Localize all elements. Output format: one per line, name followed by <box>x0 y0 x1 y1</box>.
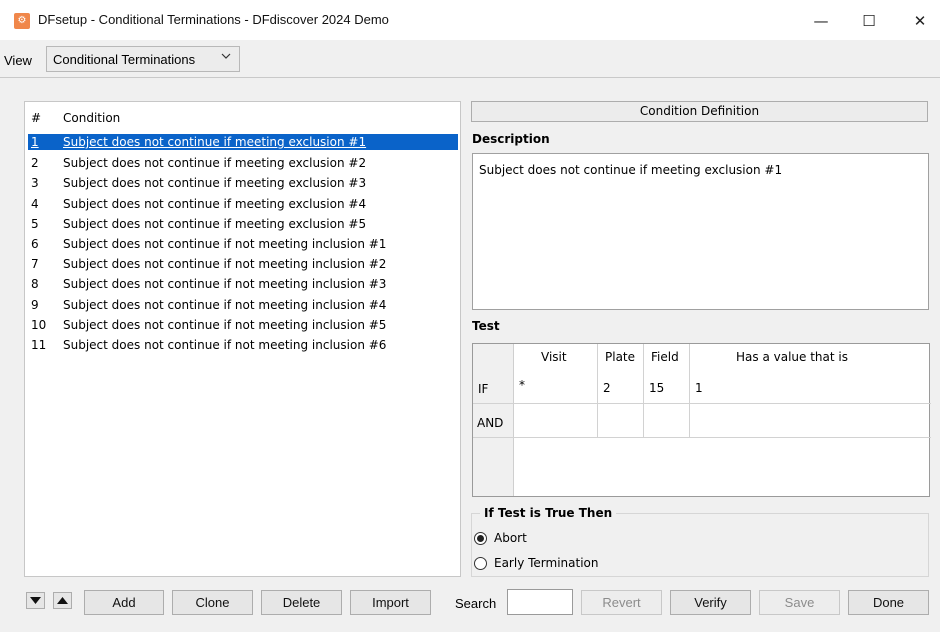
condition-list-header: # Condition <box>25 102 460 130</box>
arrow-up-icon <box>57 597 68 604</box>
test-row-if-value[interactable]: 1 <box>695 381 703 395</box>
done-button[interactable]: Done <box>848 590 929 615</box>
list-item[interactable]: 8 Subject does not continue if not meetin… <box>25 274 460 294</box>
view-bar: View Conditional Terminations <box>0 40 940 78</box>
list-item-number: 8 <box>31 277 39 292</box>
column-header-condition[interactable]: Condition <box>63 111 120 125</box>
list-item[interactable]: 4 Subject does not continue if meeting ex… <box>25 194 460 214</box>
test-label: Test <box>472 319 500 333</box>
list-item-condition: Subject does not continue if not meeting… <box>63 297 387 312</box>
then-action-group: If Test is True Then Abort Early Termina… <box>471 506 929 577</box>
early-termination-radio[interactable] <box>474 557 487 570</box>
test-col-value: Has a value that is <box>736 350 848 364</box>
list-item-condition: Subject does not continue if not meeting… <box>63 317 387 332</box>
test-row-if-plate[interactable]: 2 <box>603 381 611 395</box>
list-item[interactable]: 1 Subject does not continue if meeting ex… <box>25 133 460 153</box>
early-termination-label[interactable]: Early Termination <box>494 556 598 570</box>
then-action-title: If Test is True Then <box>480 506 617 520</box>
test-col-visit: Visit <box>541 350 567 364</box>
list-item-condition: Subject does not continue if not meeting… <box>63 277 387 292</box>
list-item-number: 9 <box>31 297 39 312</box>
revert-button[interactable]: Revert <box>581 590 662 615</box>
verify-button[interactable]: Verify <box>670 590 751 615</box>
add-button[interactable]: Add <box>84 590 164 615</box>
import-button[interactable]: Import <box>350 590 431 615</box>
close-button[interactable]: ✕ <box>903 8 937 34</box>
list-item-number: 6 <box>31 236 39 251</box>
test-col-field: Field <box>651 350 679 364</box>
list-item-condition: Subject does not continue if meeting exc… <box>63 176 367 191</box>
condition-list[interactable]: # Condition 1 Subject does not continue i… <box>24 101 461 577</box>
minimize-button[interactable]: — <box>804 8 838 34</box>
view-select-value: Conditional Terminations <box>53 52 196 67</box>
move-down-button[interactable] <box>26 592 45 609</box>
test-row-and-label: AND <box>477 416 504 430</box>
list-item-number: 10 <box>31 317 47 332</box>
description-textarea[interactable]: Subject does not continue if meeting exc… <box>472 153 929 310</box>
window-title: DFsetup - Conditional Terminations - DFd… <box>38 12 389 27</box>
test-grid-line <box>473 403 931 404</box>
test-grid-line <box>643 344 644 437</box>
list-item-condition: Subject does not continue if not meeting… <box>63 236 387 251</box>
list-item-number: 7 <box>31 257 39 272</box>
test-grid-line <box>597 344 598 437</box>
list-item[interactable]: 2 Subject does not continue if meeting ex… <box>25 153 460 173</box>
list-item-condition: Subject does not continue if meeting exc… <box>63 216 367 231</box>
test-table: Visit Plate Field Has a value that is IF… <box>472 343 931 497</box>
list-item-number: 5 <box>31 216 39 231</box>
list-item-number: 3 <box>31 176 39 191</box>
maximize-button[interactable]: ☐ <box>852 8 886 34</box>
column-header-number[interactable]: # <box>31 111 41 125</box>
test-grid-line <box>689 344 690 437</box>
chevron-down-icon <box>221 51 231 64</box>
title-bar: ⚙ DFsetup - Conditional Terminations - D… <box>0 0 940 40</box>
list-item[interactable]: 5 Subject does not continue if meeting ex… <box>25 214 460 234</box>
abort-label[interactable]: Abort <box>494 531 527 545</box>
condition-list-rows: 1 Subject does not continue if meeting ex… <box>25 133 460 355</box>
condition-definition-header: Condition Definition <box>471 101 928 122</box>
list-item-number: 2 <box>31 156 39 171</box>
description-label: Description <box>472 132 550 146</box>
view-select[interactable]: Conditional Terminations <box>46 46 240 72</box>
clone-button[interactable]: Clone <box>172 590 253 615</box>
abort-radio[interactable] <box>474 532 487 545</box>
test-col-plate: Plate <box>605 350 636 364</box>
arrow-down-icon <box>30 597 41 604</box>
list-item-condition: Subject does not continue if meeting exc… <box>60 134 458 150</box>
list-item-condition: Subject does not continue if not meeting… <box>63 257 387 272</box>
test-row-if-field[interactable]: 15 <box>649 381 664 395</box>
move-up-button[interactable] <box>53 592 72 609</box>
list-item[interactable]: 3 Subject does not continue if meeting ex… <box>25 173 460 193</box>
app-icon: ⚙ <box>14 13 30 29</box>
save-button[interactable]: Save <box>759 590 840 615</box>
delete-button[interactable]: Delete <box>261 590 342 615</box>
list-item[interactable]: 10 Subject does not continue if not meeti… <box>25 315 460 335</box>
list-item-number: 1 <box>28 134 60 150</box>
view-label: View <box>4 53 32 68</box>
list-item[interactable]: 9 Subject does not continue if not meetin… <box>25 295 460 315</box>
search-input[interactable] <box>507 589 573 615</box>
list-item[interactable]: 11 Subject does not continue if not meeti… <box>25 335 460 355</box>
test-row-if-label: IF <box>478 382 489 396</box>
list-item-number: 4 <box>31 196 39 211</box>
search-label: Search <box>455 596 497 611</box>
test-row-if-visit[interactable]: * <box>519 378 525 392</box>
list-item[interactable]: 7 Subject does not continue if not meetin… <box>25 254 460 274</box>
list-item-number: 11 <box>31 337 47 352</box>
test-grid-line <box>473 437 931 438</box>
list-item-condition: Subject does not continue if meeting exc… <box>63 156 367 171</box>
list-item-condition: Subject does not continue if meeting exc… <box>63 196 367 211</box>
list-item[interactable]: 6 Subject does not continue if not meetin… <box>25 234 460 254</box>
list-item-condition: Subject does not continue if not meeting… <box>63 337 387 352</box>
